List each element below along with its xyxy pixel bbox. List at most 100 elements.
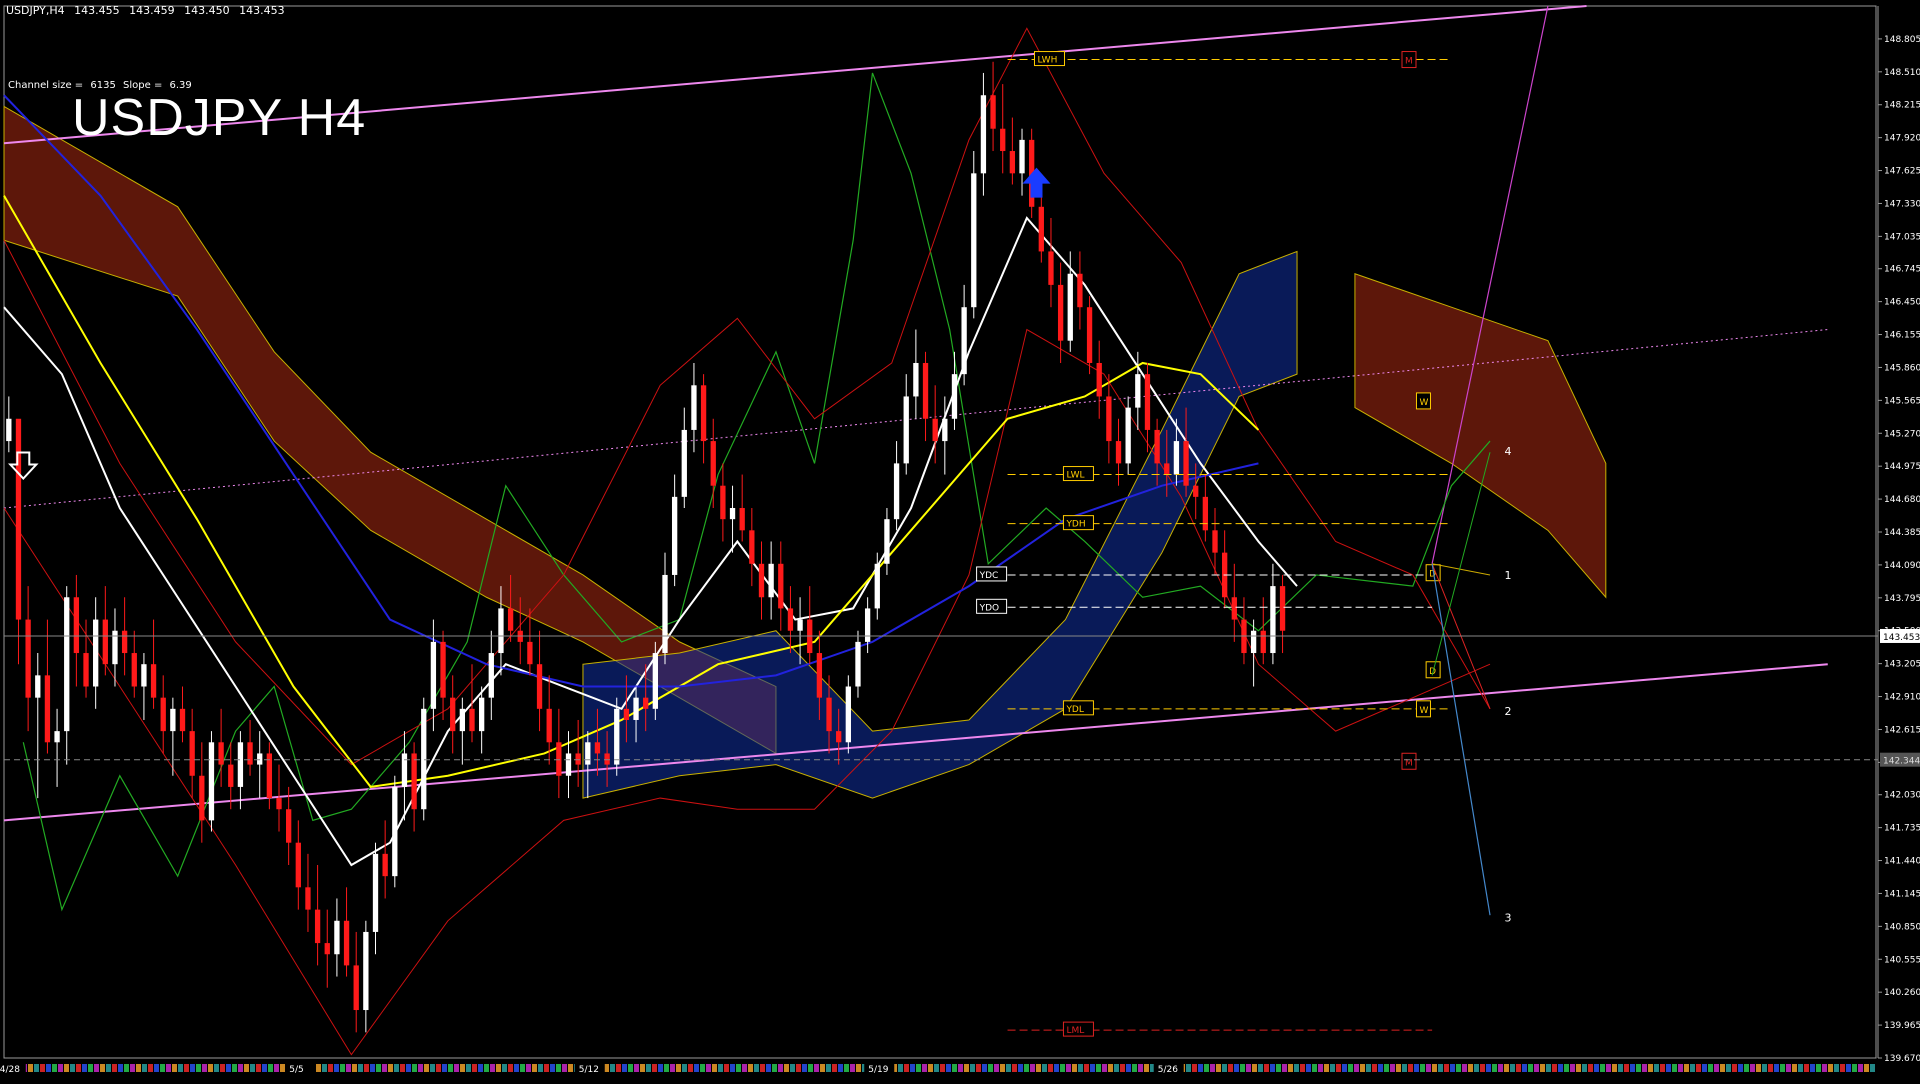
time-strip-cell <box>934 1064 939 1072</box>
time-strip-cell <box>118 1064 123 1072</box>
time-strip-cell <box>1540 1064 1545 1072</box>
time-strip-cell <box>178 1064 183 1072</box>
ref-price-tag: 142.344 <box>1883 757 1920 767</box>
time-strip-cell <box>1306 1064 1311 1072</box>
time-strip-cell <box>562 1064 567 1072</box>
time-strip-cell <box>172 1064 177 1072</box>
time-strip-cell <box>514 1064 519 1072</box>
time-strip-cell <box>1846 1064 1851 1072</box>
time-strip-cell <box>910 1064 915 1072</box>
y-tick-label: 148.805 <box>1884 35 1920 45</box>
candle-body <box>1009 151 1016 174</box>
time-strip-cell <box>418 1064 423 1072</box>
time-strip-cell <box>196 1064 201 1072</box>
candle-body <box>488 653 494 698</box>
candle-body <box>1000 128 1006 152</box>
time-strip-cell <box>520 1064 525 1072</box>
candle-body <box>411 753 417 810</box>
time-strip-cell <box>1564 1064 1569 1072</box>
time-strip-cell <box>778 1064 783 1072</box>
time-strip-cell <box>1132 1064 1137 1072</box>
level-tag-lml: LML <box>1066 1026 1084 1036</box>
candle-body <box>450 697 456 732</box>
time-strip-cell <box>610 1064 615 1072</box>
y-tick-label: 148.510 <box>1884 68 1920 78</box>
time-strip-cell <box>772 1064 777 1072</box>
time-strip-cell <box>982 1064 987 1072</box>
time-strip-cell <box>1582 1064 1587 1072</box>
time-strip-cell <box>1222 1064 1227 1072</box>
y-tick-label: 142.910 <box>1884 693 1920 703</box>
candle-body <box>845 686 851 743</box>
candle-body <box>990 95 996 129</box>
candle-body <box>1019 139 1025 174</box>
candle-body <box>314 909 321 944</box>
candle-body <box>507 608 514 631</box>
time-strip-cell <box>1000 1064 1005 1072</box>
time-strip-cell <box>1444 1064 1449 1072</box>
projection-label-3: 3 <box>1504 911 1511 924</box>
candle-body <box>179 708 186 732</box>
candle-body <box>228 764 234 787</box>
time-strip-cell <box>1336 1064 1341 1072</box>
time-strip-cell <box>1684 1064 1689 1072</box>
y-tick-label: 140.260 <box>1884 988 1920 998</box>
level-tag-ydc: YDC <box>979 571 999 581</box>
candle-body <box>6 418 12 442</box>
time-strip-cell <box>1234 1064 1239 1072</box>
candle-body <box>729 508 736 520</box>
time-strip-cell <box>898 1064 903 1072</box>
time-strip-cell <box>1504 1064 1509 1072</box>
time-strip-cell <box>1606 1064 1611 1072</box>
time-strip-cell <box>1330 1064 1335 1072</box>
time-strip-cell <box>382 1064 387 1072</box>
candle-body <box>614 708 620 765</box>
y-tick-label: 145.860 <box>1884 363 1920 373</box>
time-strip-cell <box>1096 1064 1101 1072</box>
time-strip-cell <box>964 1064 969 1072</box>
candle-body <box>1067 273 1073 341</box>
candle-body <box>73 597 80 654</box>
candle-body <box>199 775 205 821</box>
time-strip-cell <box>76 1064 81 1072</box>
chart-area[interactable]: LWH LWL YDH YDC YDO YDL LML M W D D W M 1 2 3 4 148.805 14… <box>0 0 1920 1080</box>
time-strip-cell <box>1660 1064 1665 1072</box>
low-value: 143.450 <box>184 4 230 17</box>
candle-body <box>1106 396 1112 442</box>
time-strip-cell <box>1360 1064 1365 1072</box>
time-strip-cell <box>478 1064 483 1072</box>
y-tick-label: 147.330 <box>1884 199 1920 209</box>
candle-body <box>913 362 919 397</box>
time-strip-cell <box>844 1064 849 1072</box>
price-chart[interactable]: LWHLWLYDHYDCYDOYDLLMLMWDDWM1234148.80514… <box>0 0 1920 1080</box>
time-strip-cell <box>1852 1064 1857 1072</box>
time-strip-cell <box>1708 1064 1713 1072</box>
time-strip-cell <box>676 1064 681 1072</box>
projection-label-4: 4 <box>1504 445 1511 458</box>
y-tick-label: 142.615 <box>1884 725 1920 735</box>
time-strip-cell <box>436 1064 441 1072</box>
time-strip-cell <box>1552 1064 1557 1072</box>
time-strip-cell <box>976 1064 981 1072</box>
time-strip-cell <box>1210 1064 1215 1072</box>
time-strip-cell <box>1396 1064 1401 1072</box>
time-strip-cell <box>1030 1064 1035 1072</box>
candle-body <box>1077 273 1083 308</box>
candle-body <box>1202 496 1209 531</box>
time-strip-cell <box>484 1064 489 1072</box>
time-strip-cell <box>820 1064 825 1072</box>
period-marker-m: M <box>1405 57 1413 67</box>
candle-body <box>189 731 195 776</box>
time-strip-cell <box>1612 1064 1617 1072</box>
time-strip-cell <box>688 1064 693 1072</box>
candle-body <box>893 463 900 520</box>
time-strip-cell <box>34 1064 39 1072</box>
candle-body <box>1125 407 1131 464</box>
candle-body <box>478 697 485 732</box>
time-strip-cell <box>412 1064 417 1072</box>
time-strip-cell <box>64 1064 69 1072</box>
time-strip-cell <box>1066 1064 1071 1072</box>
time-strip-cell <box>1288 1064 1293 1072</box>
time-strip-cell <box>100 1064 105 1072</box>
y-tick-label: 145.565 <box>1884 396 1920 406</box>
